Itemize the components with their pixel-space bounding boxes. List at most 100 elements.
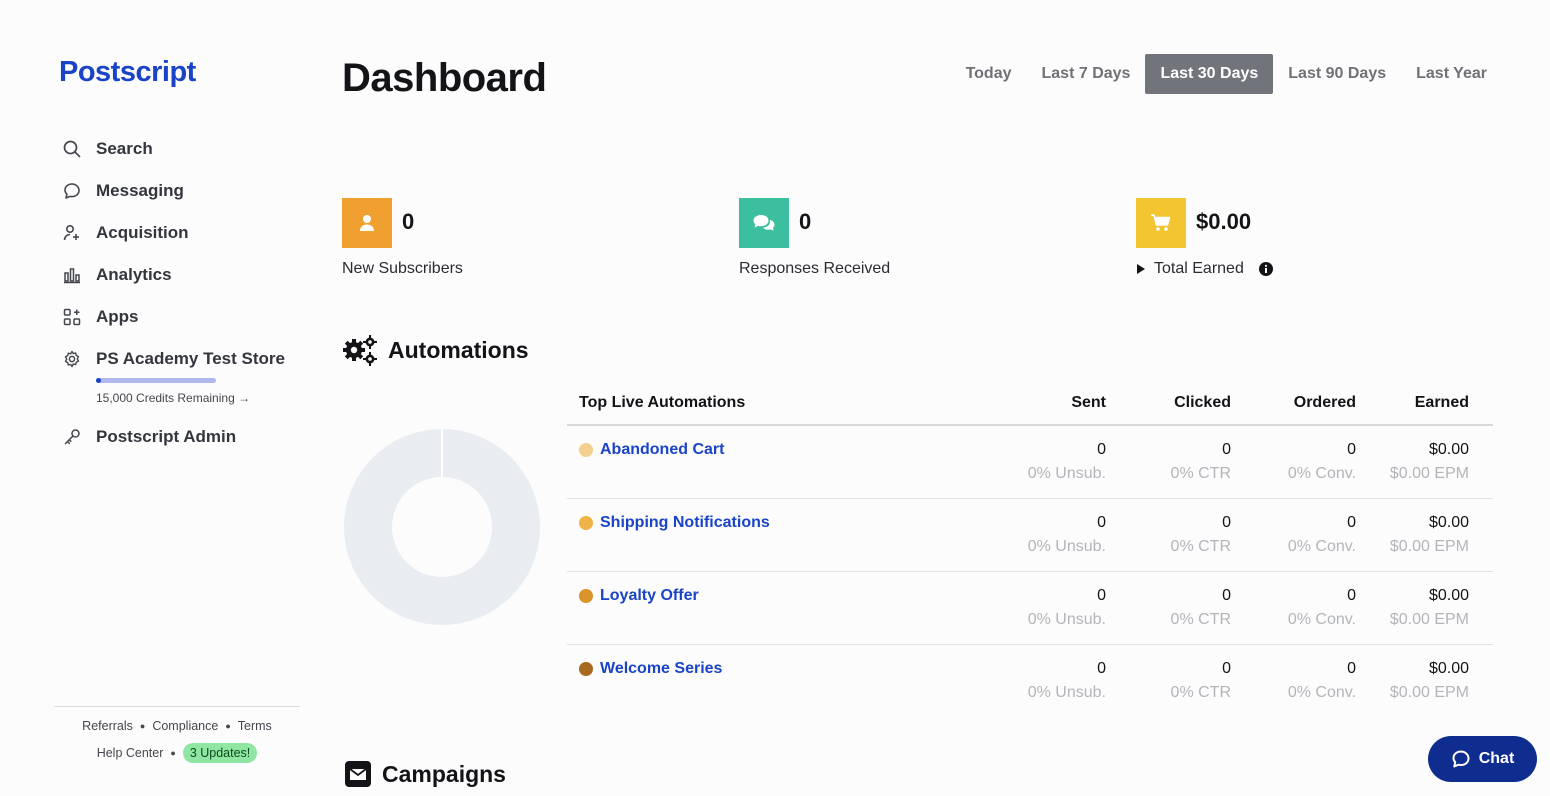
stat-value: 0 xyxy=(799,209,812,234)
sent-value: 0 xyxy=(1097,514,1106,531)
section-title-text: Automations xyxy=(388,336,529,363)
ordered-value: 0 xyxy=(1347,514,1356,531)
table-row: Loyalty Offer 0 0% Unsub. 0 0% CTR 0 0% Con… xyxy=(567,572,1493,645)
earned-value: $0.00 xyxy=(1428,441,1469,458)
table-header: Top Live Automations Sent Clicked Ordere… xyxy=(567,382,1493,426)
referrals-link[interactable]: Referrals xyxy=(82,719,133,733)
separator-dot: ● xyxy=(225,721,231,731)
terms-link[interactable]: Terms xyxy=(238,719,272,733)
range-tab-last-year[interactable]: Last Year xyxy=(1401,54,1502,94)
conv-rate: 0% Conv. xyxy=(1287,465,1356,482)
column-header-name: Top Live Automations xyxy=(579,394,746,411)
unsub-rate: 0% Unsub. xyxy=(1027,465,1106,482)
section-title-text: Campaigns xyxy=(382,760,506,787)
page-title: Dashboard xyxy=(342,56,547,100)
range-tab-last-90-days[interactable]: Last 90 Days xyxy=(1273,54,1401,94)
gears-icon xyxy=(342,334,378,366)
stat-value: 0 xyxy=(402,209,415,234)
stat-label: Total Earned xyxy=(1154,260,1244,277)
stat-icon-box xyxy=(1136,198,1186,248)
sidebar-item-postscript-admin[interactable]: Postscript Admin xyxy=(62,423,236,451)
chat-bubble-icon xyxy=(62,181,82,201)
campaigns-heading: Campaigns xyxy=(344,760,506,788)
sidebar-item-acquisition[interactable]: Acquisition xyxy=(62,219,189,247)
table-row: Welcome Series 0 0% Unsub. 0 0% CTR 0 0% Co… xyxy=(567,645,1493,718)
sent-value: 0 xyxy=(1097,660,1106,677)
sidebar-item-label: Apps xyxy=(96,307,139,326)
sidebar-item-label: PS Academy Test Store xyxy=(96,349,285,368)
credits-progress-fill xyxy=(96,378,101,383)
column-header-clicked: Clicked xyxy=(1174,394,1231,411)
ordered-value: 0 xyxy=(1347,441,1356,458)
conv-rate: 0% Conv. xyxy=(1287,684,1356,701)
footer-links-row-2: Help Center ● 3 Updates! xyxy=(54,743,300,763)
status-dot xyxy=(579,662,593,676)
separator-dot: ● xyxy=(170,748,176,758)
sent-value: 0 xyxy=(1097,587,1106,604)
search-icon xyxy=(62,139,82,159)
total-earned-toggle[interactable]: Total Earned xyxy=(1136,260,1273,278)
conv-rate: 0% Conv. xyxy=(1287,538,1356,555)
ctr-rate: 0% CTR xyxy=(1170,538,1231,555)
unsub-rate: 0% Unsub. xyxy=(1027,611,1106,628)
stat-icon-box xyxy=(342,198,392,248)
sidebar-item-messaging[interactable]: Messaging xyxy=(62,177,184,205)
ordered-value: 0 xyxy=(1347,660,1356,677)
credits-remaining-link[interactable]: 15,000 Credits Remaining → xyxy=(96,391,250,405)
automation-link[interactable]: Loyalty Offer xyxy=(600,587,699,605)
conv-rate: 0% Conv. xyxy=(1287,611,1356,628)
caret-right-icon xyxy=(1137,264,1145,274)
postscript-logo[interactable]: Postscript xyxy=(59,56,196,89)
range-tab-last-30-days[interactable]: Last 30 Days xyxy=(1145,54,1274,94)
earned-value: $0.00 xyxy=(1428,514,1469,531)
status-dot xyxy=(579,443,593,457)
bar-chart-icon xyxy=(62,265,82,285)
clicked-value: 0 xyxy=(1222,514,1231,531)
chat-button[interactable]: Chat xyxy=(1428,736,1537,782)
add-user-icon xyxy=(62,223,82,243)
ctr-rate: 0% CTR xyxy=(1170,465,1231,482)
epm-value: $0.00 EPM xyxy=(1389,684,1469,701)
range-tab-last-7-days[interactable]: Last 7 Days xyxy=(1027,54,1146,94)
table-row: Shipping Notifications 0 0% Unsub. 0 0% CT… xyxy=(567,499,1493,572)
cart-icon xyxy=(1151,214,1171,231)
earned-value: $0.00 xyxy=(1428,587,1469,604)
chat-label: Chat xyxy=(1478,750,1515,767)
sidebar-item-label: Messaging xyxy=(96,181,184,200)
info-icon[interactable] xyxy=(1258,262,1273,276)
ordered-value: 0 xyxy=(1347,587,1356,604)
table-row: Abandoned Cart 0 0% Unsub. 0 0% CTR 0 0% Co… xyxy=(567,426,1493,499)
epm-value: $0.00 EPM xyxy=(1389,611,1469,628)
chat-icon xyxy=(1451,749,1471,769)
footer-links-row-1: Referrals ● Compliance ● Terms xyxy=(54,719,300,733)
automations-heading: Automations xyxy=(342,334,529,366)
sidebar-item-store-settings[interactable]: PS Academy Test Store xyxy=(62,345,285,373)
sidebar-item-apps[interactable]: Apps xyxy=(62,303,139,331)
compliance-link[interactable]: Compliance xyxy=(152,719,218,733)
unsub-rate: 0% Unsub. xyxy=(1027,538,1106,555)
user-icon xyxy=(360,215,374,231)
epm-value: $0.00 EPM xyxy=(1389,538,1469,555)
chat-bubbles-icon xyxy=(753,215,775,231)
updates-badge[interactable]: 3 Updates! xyxy=(182,743,258,763)
automation-link[interactable]: Shipping Notifications xyxy=(600,514,770,532)
status-dot xyxy=(579,589,593,603)
automation-link[interactable]: Abandoned Cart xyxy=(600,441,724,459)
gear-icon xyxy=(62,349,82,369)
stat-label: Responses Received xyxy=(739,260,891,277)
key-icon xyxy=(62,427,82,447)
sidebar-item-analytics[interactable]: Analytics xyxy=(62,261,172,289)
column-header-sent: Sent xyxy=(1071,394,1106,411)
unsub-rate: 0% Unsub. xyxy=(1027,684,1106,701)
help-center-link[interactable]: Help Center xyxy=(97,746,164,760)
earned-value: $0.00 xyxy=(1428,660,1469,677)
status-dot xyxy=(579,516,593,530)
sent-value: 0 xyxy=(1097,441,1106,458)
clicked-value: 0 xyxy=(1222,587,1231,604)
ctr-rate: 0% CTR xyxy=(1170,611,1231,628)
date-range-tabs: Today Last 7 Days Last 30 Days Last 90 D… xyxy=(951,54,1502,94)
automation-link[interactable]: Welcome Series xyxy=(600,660,722,678)
range-tab-today[interactable]: Today xyxy=(951,54,1027,94)
sidebar-item-search[interactable]: Search xyxy=(62,135,153,163)
epm-value: $0.00 EPM xyxy=(1389,465,1469,482)
